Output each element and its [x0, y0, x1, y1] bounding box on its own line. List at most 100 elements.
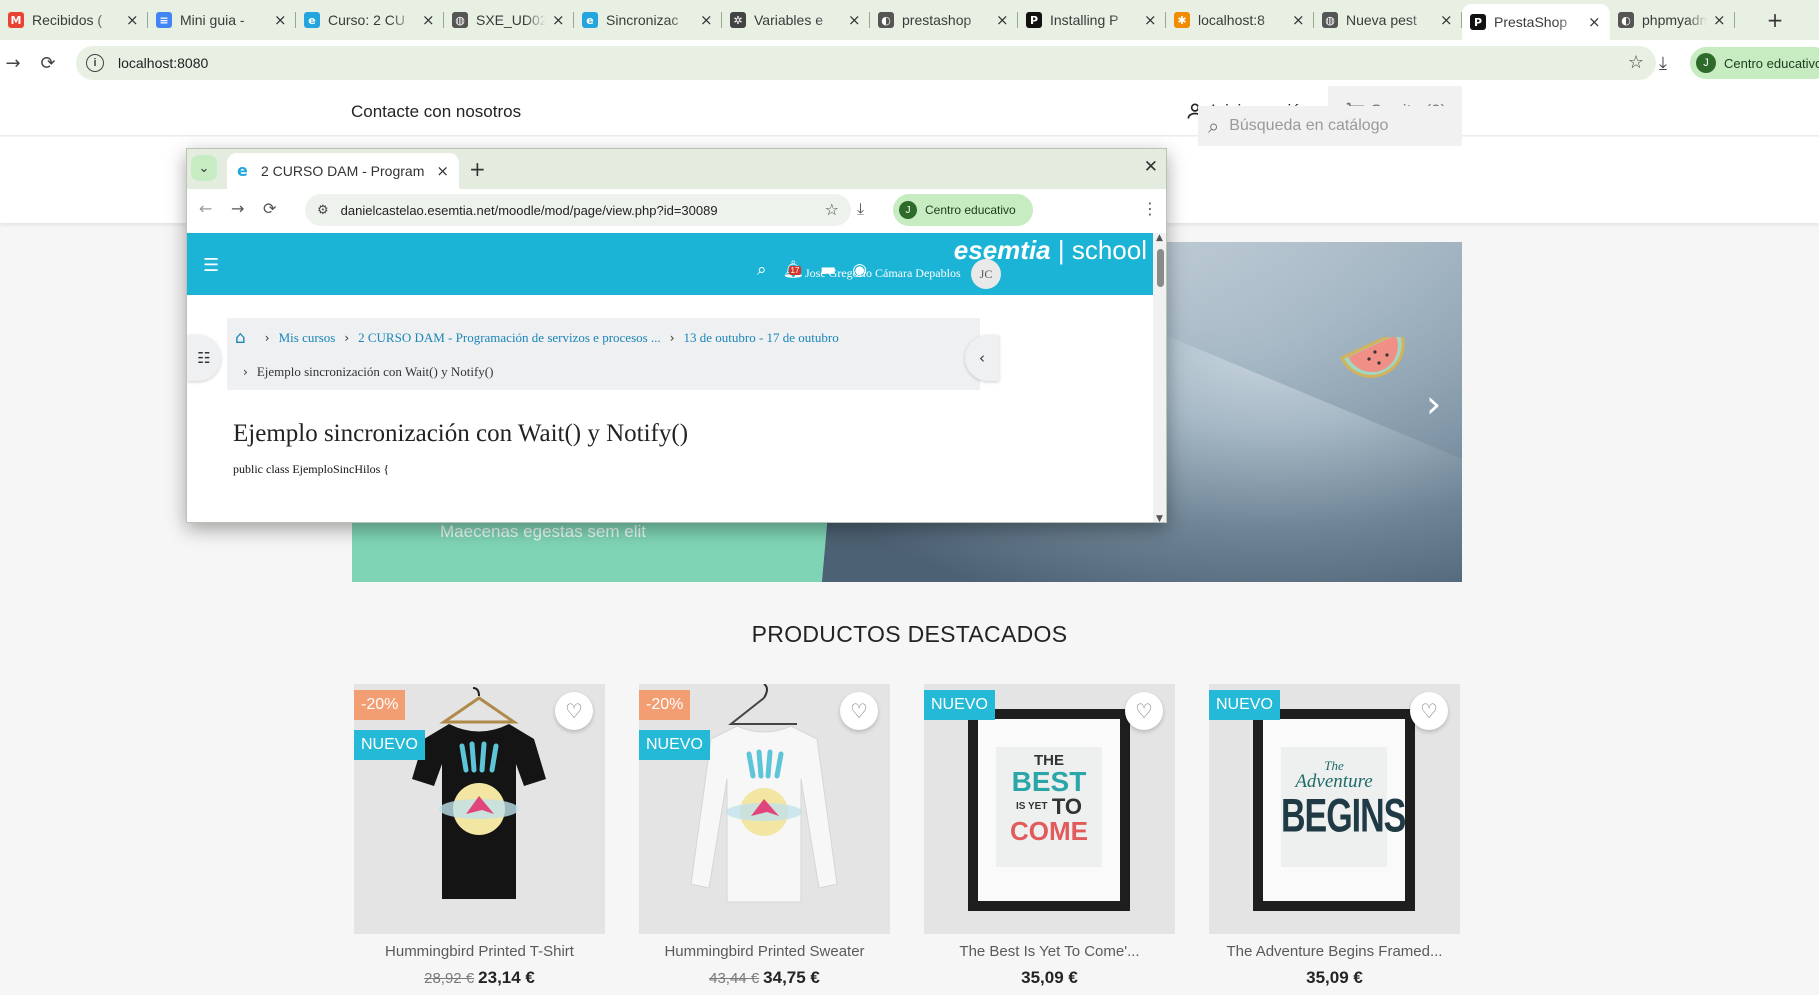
header-top: Contacte con nosotros Iniciar sesión Car…: [0, 86, 1819, 136]
search-input[interactable]: [1229, 117, 1440, 135]
site-info-icon[interactable]: i: [86, 54, 104, 72]
featured-title: PRODUCTOS DESTACADOS: [751, 621, 1068, 647]
close-tab-icon[interactable]: ×: [996, 11, 1010, 29]
browser-tab[interactable]: P PrestaShop ×: [1462, 4, 1610, 40]
hamburger-menu-icon[interactable]: ☰: [203, 255, 219, 276]
close-window-icon[interactable]: ✕: [1144, 157, 1158, 177]
contact-link[interactable]: Contacte con nosotros: [351, 102, 521, 122]
back-icon[interactable]: ←: [199, 199, 212, 218]
breadcrumb-link[interactable]: 13 de outubro - 17 de outubro: [684, 330, 839, 346]
bell-icon[interactable]: 🔔︎17: [783, 260, 805, 280]
browser-tab[interactable]: ≡ Mini guia - ×: [148, 6, 296, 34]
breadcrumb-current: Ejemplo sincronización con Wait() y Noti…: [256, 364, 494, 379]
gmail-icon: M: [8, 12, 24, 28]
tab-search-chevron-icon[interactable]: ⌄: [191, 155, 217, 181]
site-settings-icon[interactable]: ⚙: [317, 203, 329, 218]
browser-tab[interactable]: ✱ localhost:8 ×: [1166, 6, 1314, 34]
frame-image: The Adventure BEGINS: [1253, 709, 1415, 911]
tab-title: SXE_UD02_: [476, 12, 546, 28]
discount-badge: -20%: [354, 690, 406, 720]
catalog-search[interactable]: ⌕: [1198, 106, 1462, 146]
reload-icon[interactable]: ⟳: [35, 50, 61, 76]
scrollbar[interactable]: ▲ ▼: [1153, 233, 1166, 522]
chrome-icon: ◍: [1322, 12, 1338, 28]
product-name[interactable]: The Best Is Yet To Come'...: [924, 943, 1175, 960]
tab-title: PrestaShop: [1494, 14, 1568, 30]
popup-tab[interactable]: e 2 CURSO DAM - Program ×: [227, 153, 459, 189]
menu-dots-icon[interactable]: ⋮: [1142, 199, 1158, 218]
profile-button[interactable]: J Centro educativo: [1690, 47, 1819, 79]
user-name[interactable]: José Gregorio Cámara Depablos: [805, 266, 961, 281]
browser-tab[interactable]: e Curso: 2 CU ×: [296, 6, 444, 34]
browser-tab[interactable]: P Installing P ×: [1018, 6, 1166, 34]
forward-icon[interactable]: →: [231, 199, 244, 218]
close-tab-icon[interactable]: ×: [1440, 11, 1454, 29]
new-tab-button[interactable]: +: [1761, 6, 1789, 34]
product-card[interactable]: -20% NUEVO ♡ Hummingbird Printed T-Shirt…: [354, 684, 605, 995]
close-tab-icon[interactable]: ×: [274, 11, 288, 29]
prestashop-icon: P: [1026, 12, 1042, 28]
product-card[interactable]: The Adventure BEGINS NUEVO ♡ The Adventu…: [1209, 684, 1460, 995]
browser-tab[interactable]: ◐ phpmyadm ×: [1610, 6, 1735, 34]
watermelon-pin-image: [1340, 337, 1405, 378]
close-tab-icon[interactable]: ×: [1144, 11, 1158, 29]
breadcrumb-link[interactable]: Mis cursos: [279, 330, 336, 346]
browser-tab[interactable]: ◍ SXE_UD02_ ×: [444, 6, 574, 34]
new-tab-button[interactable]: +: [469, 157, 486, 181]
wishlist-heart-icon[interactable]: ♡: [555, 692, 593, 730]
product-name[interactable]: The Adventure Begins Framed...: [1209, 943, 1460, 960]
course-index-toggle-icon[interactable]: ☷: [187, 335, 221, 381]
browser-tab[interactable]: e Sincronizac ×: [574, 6, 722, 34]
tab-title: Mini guia -: [180, 12, 245, 28]
wishlist-heart-icon[interactable]: ♡: [840, 692, 878, 730]
tab-separator: [1734, 12, 1735, 28]
current-price: 23,14 €: [478, 968, 535, 987]
popup-profile-button[interactable]: J Centro educativo: [893, 194, 1033, 226]
search-icon[interactable]: ⌕: [757, 260, 767, 280]
product-name[interactable]: Hummingbird Printed T-Shirt: [354, 943, 605, 960]
download-icon[interactable]: ⤓: [1650, 50, 1676, 76]
current-price: 34,75 €: [763, 968, 820, 987]
browser-tab[interactable]: M Recibidos (×: [0, 6, 148, 34]
close-tab-icon[interactable]: ×: [126, 11, 140, 29]
browser-tab[interactable]: ✲ Variables e ×: [722, 6, 870, 34]
scrollbar-thumb[interactable]: [1157, 249, 1164, 287]
product-card[interactable]: -20% NUEVO ♡ Hummingbird Printed Sweater…: [639, 683, 890, 995]
browser-tab[interactable]: ◍ Nueva pest ×: [1314, 6, 1462, 34]
download-icon[interactable]: ⤓: [857, 199, 864, 219]
forward-icon[interactable]: →: [0, 50, 26, 76]
popup-tab-title: 2 CURSO DAM - Program: [261, 163, 425, 179]
breadcrumb-row: ⌂ › Mis cursos › 2 CURSO DAM - Programac…: [235, 328, 839, 348]
wishlist-heart-icon[interactable]: ♡: [1410, 692, 1448, 730]
bookmark-star-icon[interactable]: ☆: [1628, 52, 1644, 73]
close-tab-icon[interactable]: ×: [436, 162, 449, 180]
close-tab-icon[interactable]: ×: [848, 11, 862, 29]
bookmark-star-icon[interactable]: ☆: [825, 200, 839, 219]
browser-tab[interactable]: ◐ prestashop ×: [870, 6, 1018, 34]
close-tab-icon[interactable]: ×: [700, 11, 714, 29]
address-bar[interactable]: i localhost:8080 ☆: [76, 46, 1656, 80]
product-card[interactable]: THE BEST IS YET TO COME NUEVO ♡ The Best…: [924, 684, 1175, 995]
scroll-down-icon[interactable]: ▼: [1156, 514, 1163, 522]
popup-window[interactable]: ⌄ e 2 CURSO DAM - Program × + ✕ ← → ⟳ ⚙ …: [186, 148, 1167, 523]
esemtia-icon: e: [582, 12, 598, 28]
close-tab-icon[interactable]: ×: [1292, 11, 1306, 29]
scroll-up-icon[interactable]: ▲: [1156, 233, 1163, 243]
reload-icon[interactable]: ⟳: [263, 199, 276, 218]
close-tab-icon[interactable]: ×: [422, 11, 436, 29]
tab-title: Curso: 2 CU: [328, 12, 406, 28]
slider-next-icon[interactable]: ›: [1426, 382, 1441, 426]
profile-label: Centro educativo: [1724, 55, 1819, 71]
close-tab-icon[interactable]: ×: [552, 11, 566, 29]
user-avatar[interactable]: JC: [971, 259, 1001, 289]
close-tab-icon[interactable]: ×: [1588, 13, 1602, 31]
search-icon[interactable]: ⌕: [1208, 114, 1219, 138]
poster-text: COME: [1010, 816, 1088, 846]
breadcrumb-link[interactable]: 2 CURSO DAM - Programación de servizos e…: [358, 330, 661, 346]
wishlist-heart-icon[interactable]: ♡: [1125, 692, 1163, 730]
popup-address-bar[interactable]: ⚙ danielcastelao.esemtia.net/moodle/mod/…: [305, 194, 851, 226]
home-icon[interactable]: ⌂: [235, 328, 246, 348]
product-name[interactable]: Hummingbird Printed Sweater: [639, 943, 890, 960]
product-price: 35,09 €: [1209, 968, 1460, 988]
close-tab-icon[interactable]: ×: [1713, 11, 1727, 29]
